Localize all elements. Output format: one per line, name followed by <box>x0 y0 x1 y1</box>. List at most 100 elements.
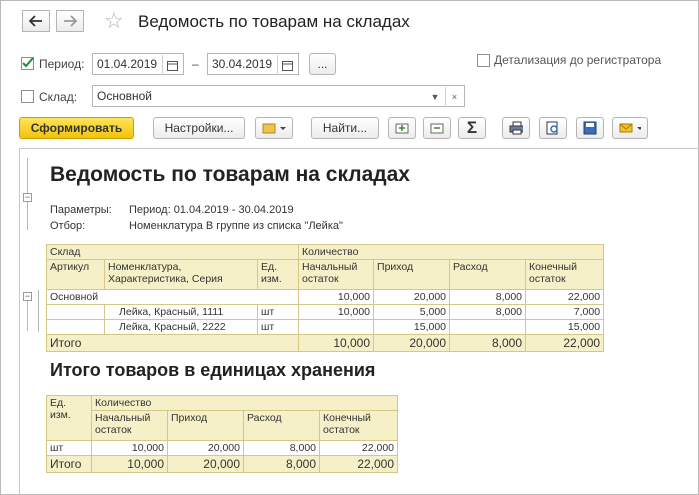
date-to-value: 30.04.2019 <box>212 57 273 71</box>
header-quantity: Количество <box>90 395 399 411</box>
cell-unit: шт <box>256 304 300 320</box>
cell-start: 10,000 <box>298 304 375 320</box>
cell-unit: шт <box>46 440 92 456</box>
cell-receipt: 20,000 <box>373 289 451 305</box>
header-end-balance: Конечный остаток <box>525 259 605 290</box>
print-preview-icon <box>546 121 558 135</box>
collapse-groups-button[interactable] <box>423 117 451 139</box>
header-receipt: Приход <box>373 259 451 290</box>
header-receipt: Приход <box>167 410 244 441</box>
report-subtitle: Итого товаров в единицах хранения <box>50 360 376 380</box>
header-unit: Ед. изм. <box>256 259 300 290</box>
sum-button[interactable]: Σ <box>458 117 486 139</box>
total-receipt: 20,000 <box>167 455 244 473</box>
cell-end: 15,000 <box>525 319 605 335</box>
collapse-group-icon[interactable]: − <box>23 292 32 301</box>
header-start-balance: Начальный остаток <box>91 410 168 441</box>
print-button[interactable] <box>502 117 530 139</box>
date-from-field[interactable]: 01.04.2019 <box>92 53 184 75</box>
total-expense: 8,000 <box>243 455 320 473</box>
table-row[interactable]: Лейка, Красный, 2222 шт 15,000 15,000 <box>46 319 605 335</box>
date-from-value: 01.04.2019 <box>97 57 158 71</box>
envelope-dropdown-icon <box>619 123 641 133</box>
cell-article <box>46 304 105 320</box>
period-checkbox[interactable] <box>21 57 34 70</box>
filter-label: Отбор: <box>50 220 86 232</box>
cell-expense: 8,000 <box>243 440 320 456</box>
total-end: 22,000 <box>525 334 605 352</box>
total-label: Итого <box>46 455 92 473</box>
warehouse-label: Склад: <box>39 90 78 104</box>
cell-start: 10,000 <box>91 440 168 456</box>
total-end: 22,000 <box>318 455 399 473</box>
table-row[interactable]: Лейка, Красный, 1111 шт 10,000 5,000 8,0… <box>46 304 605 320</box>
expand-icon <box>395 123 409 134</box>
dropdown-icon[interactable]: ▼ <box>426 87 444 107</box>
arrow-right-icon <box>64 15 77 27</box>
forward-button[interactable] <box>56 10 84 32</box>
cell-end: 22,000 <box>318 440 399 456</box>
group-line <box>27 301 28 331</box>
period-label: Период: <box>39 57 85 71</box>
floppy-disk-icon <box>583 121 597 135</box>
window-title: Ведомость по товарам на складах <box>138 12 410 31</box>
save-button[interactable] <box>576 117 604 139</box>
period-select-button[interactable]: ... <box>309 53 336 75</box>
expand-groups-button[interactable] <box>388 117 416 139</box>
cell-expense: 8,000 <box>449 289 527 305</box>
header-quantity: Количество <box>298 244 605 260</box>
total-row: Итого 10,000 20,000 8,000 22,000 <box>46 455 399 473</box>
cell-receipt: 20,000 <box>167 440 244 456</box>
generate-button[interactable]: Сформировать <box>19 117 134 139</box>
date-separator: – <box>192 57 199 71</box>
header-unit: Ед. изм. <box>46 395 92 441</box>
params-label: Параметры: <box>50 204 112 216</box>
cell-end: 7,000 <box>525 304 605 320</box>
header-article: Артикул <box>46 259 105 290</box>
cell-article <box>46 319 105 335</box>
preview-button[interactable] <box>539 117 567 139</box>
units-table: Ед. изм. Количество Начальный остаток Пр… <box>46 395 399 473</box>
collapse-icon <box>430 123 444 134</box>
total-start: 10,000 <box>91 455 168 473</box>
cell-expense <box>449 319 527 335</box>
checkmark-icon <box>22 57 34 68</box>
stock-table: Склад Количество Артикул Номенклатура, Х… <box>45 244 605 352</box>
arrow-left-icon <box>29 15 42 27</box>
clear-icon[interactable]: × <box>445 87 463 107</box>
date-to-field[interactable]: 30.04.2019 <box>207 53 299 75</box>
group-row[interactable]: Основной 10,000 20,000 8,000 22,000 <box>45 289 605 305</box>
calendar-icon[interactable] <box>162 55 182 75</box>
header-nomenclature: Номенклатура, Характеристика, Серия <box>104 259 258 290</box>
find-button[interactable]: Найти... <box>311 117 379 139</box>
warehouse-value: Основной <box>97 89 153 103</box>
cell-start: 10,000 <box>298 289 375 305</box>
report-title: Ведомость по товарам на складах <box>50 163 410 186</box>
total-start: 10,000 <box>298 334 375 352</box>
back-button[interactable] <box>22 10 50 32</box>
favorite-star-icon[interactable]: ☆ <box>104 8 124 34</box>
filter-value: Номенклатура В группе из списка "Лейка" <box>129 220 343 232</box>
table-row[interactable]: шт 10,000 20,000 8,000 22,000 <box>46 440 399 456</box>
calendar-icon[interactable] <box>277 55 297 75</box>
variants-button[interactable] <box>255 117 293 139</box>
cell-expense: 8,000 <box>449 304 527 320</box>
header-expense: Расход <box>449 259 527 290</box>
warehouse-field[interactable]: Основной ▼ × <box>92 85 465 107</box>
detail-checkbox[interactable] <box>477 54 490 67</box>
group-name: Основной <box>45 289 300 305</box>
header-warehouse: Склад <box>45 244 300 260</box>
detail-label: Детализация до регистратора <box>494 53 662 67</box>
group-line <box>38 290 39 332</box>
cell-receipt: 5,000 <box>373 304 451 320</box>
settings-button[interactable]: Настройки... <box>153 117 245 139</box>
header-start-balance: Начальный остаток <box>298 259 375 290</box>
cell-receipt: 15,000 <box>373 319 451 335</box>
folder-dropdown-icon <box>262 123 286 134</box>
cell-nomenclature: Лейка, Красный, 1111 <box>104 304 258 320</box>
warehouse-checkbox[interactable] <box>21 90 34 103</box>
total-label: Итого <box>45 334 300 352</box>
send-email-button[interactable] <box>612 117 648 139</box>
collapse-group-icon[interactable]: − <box>23 193 32 202</box>
total-receipt: 20,000 <box>373 334 451 352</box>
